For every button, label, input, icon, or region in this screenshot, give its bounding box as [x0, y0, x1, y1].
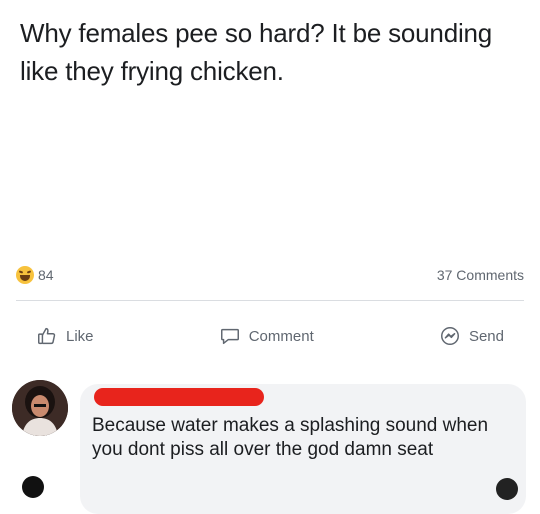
comment-text: Because water makes a splashing sound wh…	[92, 415, 489, 460]
comment-label: Comment	[248, 327, 314, 345]
send-label: Send	[468, 327, 504, 345]
like-label: Like	[66, 327, 94, 345]
divider	[16, 300, 524, 301]
reaction-count: 84	[38, 267, 54, 283]
cropped-avatar-icon	[496, 478, 518, 500]
redacted-commenter-name	[94, 388, 264, 406]
messenger-icon	[439, 325, 461, 347]
avatar[interactable]	[12, 380, 68, 436]
send-button[interactable]: Send	[419, 325, 524, 347]
post-actions-bar: Like Comment Send	[16, 318, 524, 354]
comment-bubble-icon	[219, 325, 241, 347]
cropped-avatar-icon	[22, 476, 44, 498]
post-stats-row: 84 37 Comments	[16, 263, 524, 287]
comments-count[interactable]: 37 Comments	[437, 267, 524, 283]
like-button[interactable]: Like	[16, 325, 114, 347]
thumbs-up-icon	[36, 325, 58, 347]
comment-button[interactable]: Comment	[199, 325, 334, 347]
post-text: Why females pee so hard? It be sounding …	[20, 18, 493, 86]
comment: Because water makes a splashing sound wh…	[0, 374, 540, 514]
haha-emoji-icon	[16, 266, 34, 284]
reactions-summary[interactable]: 84	[16, 266, 54, 284]
